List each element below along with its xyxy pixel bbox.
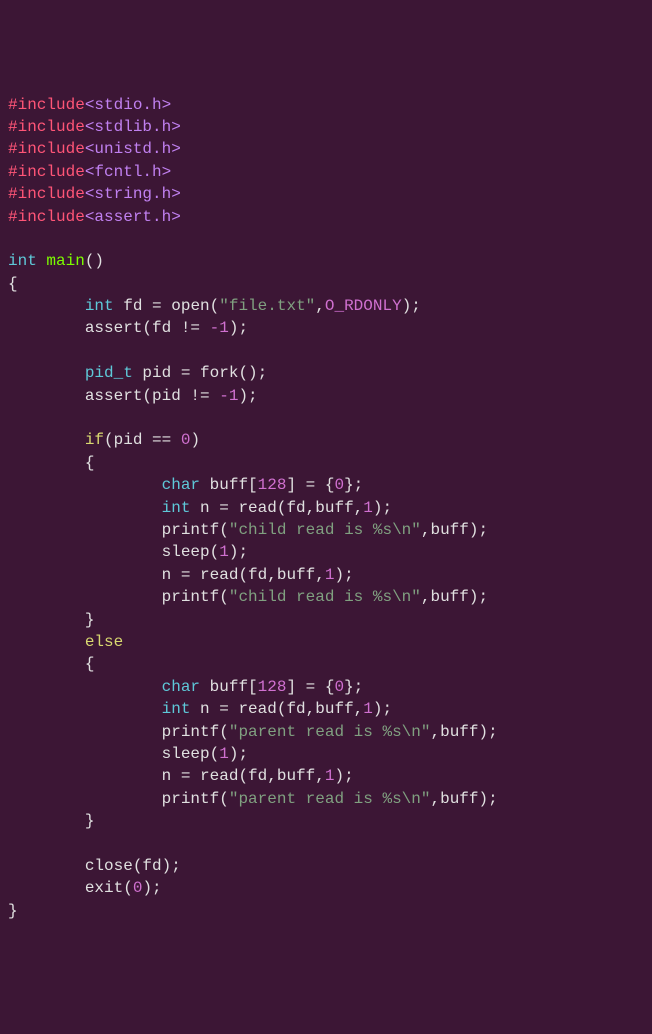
blank-line — [8, 340, 644, 362]
code-line: int n = read(fd,buff,1); — [8, 698, 644, 720]
code-line: printf("child read is %s\n",buff); — [8, 519, 644, 541]
brace-open: { — [8, 273, 644, 295]
code-line: n = read(fd,buff,1); — [8, 765, 644, 787]
brace-open: { — [8, 653, 644, 675]
include-line: #include<string.h> — [8, 183, 644, 205]
code-line: int n = read(fd,buff,1); — [8, 497, 644, 519]
code-line: sleep(1); — [8, 743, 644, 765]
code-line: printf("child read is %s\n",buff); — [8, 586, 644, 608]
blank-line — [8, 832, 644, 854]
code-line: close(fd); — [8, 855, 644, 877]
code-line: char buff[128] = {0}; — [8, 474, 644, 496]
brace-open: { — [8, 452, 644, 474]
code-line: exit(0); — [8, 877, 644, 899]
code-block: #include<stdio.h>#include<stdlib.h>#incl… — [8, 94, 644, 922]
else-line: else — [8, 631, 644, 653]
code-line: sleep(1); — [8, 541, 644, 563]
brace-close: } — [8, 609, 644, 631]
function-signature: int main() — [8, 250, 644, 272]
include-line: #include<stdio.h> — [8, 94, 644, 116]
code-line: assert(pid != -1); — [8, 385, 644, 407]
code-line: char buff[128] = {0}; — [8, 676, 644, 698]
include-line: #include<unistd.h> — [8, 138, 644, 160]
include-line: #include<stdlib.h> — [8, 116, 644, 138]
code-line: pid_t pid = fork(); — [8, 362, 644, 384]
blank-line — [8, 407, 644, 429]
include-line: #include<fcntl.h> — [8, 161, 644, 183]
code-line: int fd = open("file.txt",O_RDONLY); — [8, 295, 644, 317]
brace-close: } — [8, 900, 644, 922]
code-line: printf("parent read is %s\n",buff); — [8, 721, 644, 743]
code-line: n = read(fd,buff,1); — [8, 564, 644, 586]
code-line: assert(fd != -1); — [8, 317, 644, 339]
include-line: #include<assert.h> — [8, 206, 644, 228]
if-line: if(pid == 0) — [8, 429, 644, 451]
brace-close: } — [8, 810, 644, 832]
code-line: printf("parent read is %s\n",buff); — [8, 788, 644, 810]
blank-line — [8, 228, 644, 250]
